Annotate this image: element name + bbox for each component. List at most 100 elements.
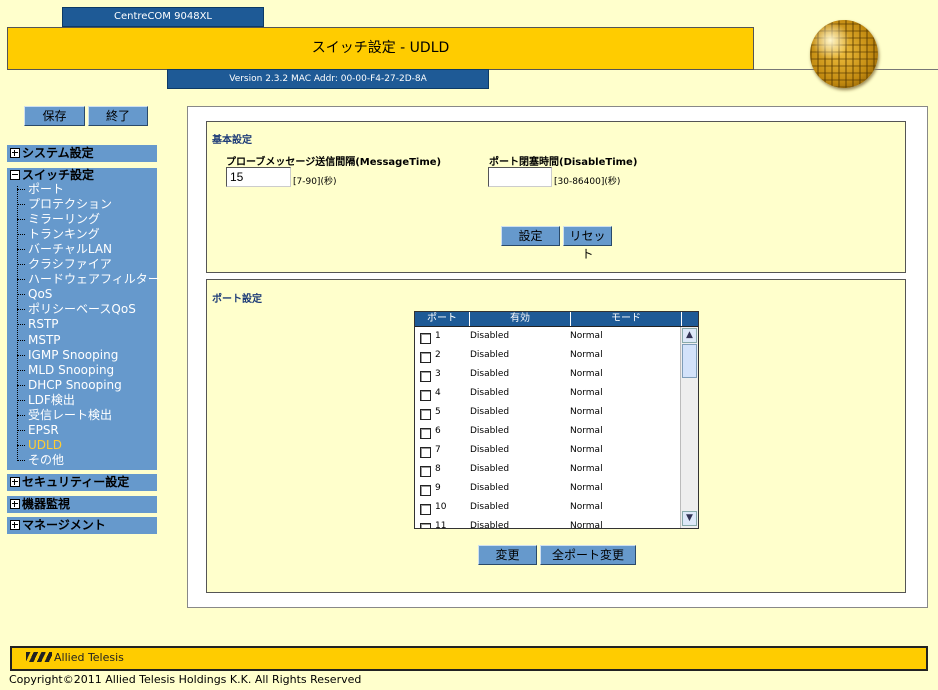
set-button[interactable]: 設定	[501, 226, 560, 246]
collapse-icon	[10, 170, 20, 180]
port-checkbox[interactable]	[420, 333, 431, 344]
version-info: Version 2.3.2 MAC Addr: 00-00-F4-27-2D-8…	[167, 69, 489, 89]
sidebar-item[interactable]: トランキング	[17, 227, 100, 242]
port-number: 8	[435, 464, 441, 474]
sidebar-item[interactable]: ミラーリング	[17, 212, 100, 227]
nav-switch-settings[interactable]: スイッチ設定	[7, 168, 157, 183]
port-number: 10	[435, 502, 447, 512]
change-button[interactable]: 変更	[478, 545, 537, 565]
enabled-cell: Disabled	[470, 445, 510, 455]
table-row: 6 Disabled Normal	[415, 423, 681, 442]
mode-cell: Normal	[570, 445, 603, 455]
enabled-cell: Disabled	[470, 350, 510, 360]
sidebar-item[interactable]: IGMP Snooping	[17, 348, 118, 363]
port-checkbox[interactable]	[420, 390, 431, 401]
disable-time-hint: [30-86400](秒)	[554, 177, 621, 187]
nav-device-monitor[interactable]: 機器監視	[7, 496, 157, 513]
mode-cell: Normal	[570, 426, 603, 436]
scroll-down-icon[interactable]: ▼	[682, 511, 697, 526]
scroll-thumb[interactable]	[682, 344, 697, 378]
sidebar-item[interactable]: ポリシーベースQoS	[17, 302, 136, 317]
port-number: 3	[435, 369, 441, 379]
sidebar-item[interactable]: MLD Snooping	[17, 363, 114, 378]
disable-time-input[interactable]	[488, 167, 552, 187]
basic-settings-label: 基本設定	[212, 135, 252, 146]
sidebar-item[interactable]: プロテクション	[17, 197, 112, 212]
sidebar-item[interactable]: ポート	[17, 182, 64, 197]
port-checkbox[interactable]	[420, 523, 431, 528]
table-scrollbar[interactable]: ▲ ▼	[680, 327, 698, 528]
sidebar-item[interactable]: LDF検出	[17, 393, 75, 408]
sidebar-item[interactable]: ハードウェアフィルター	[17, 272, 160, 287]
nav-security-settings[interactable]: セキュリティー設定	[7, 474, 157, 491]
copyright-text: Copyright©2011 Allied Telesis Holdings K…	[9, 673, 362, 686]
enabled-cell: Disabled	[470, 388, 510, 398]
reset-button[interactable]: リセット	[563, 226, 612, 261]
table-row: 7 Disabled Normal	[415, 442, 681, 461]
port-checkbox[interactable]	[420, 485, 431, 496]
mode-cell: Normal	[570, 464, 603, 474]
change-all-ports-button[interactable]: 全ポート変更	[540, 545, 636, 565]
sidebar-item[interactable]: EPSR	[17, 423, 59, 438]
table-row: 8 Disabled Normal	[415, 461, 681, 480]
nav-label: セキュリティー設定	[22, 475, 130, 489]
table-header: ポート 有効 モード	[415, 312, 698, 327]
table-row: 5 Disabled Normal	[415, 404, 681, 423]
table-row: 1 Disabled Normal	[415, 328, 681, 347]
message-time-hint: [7-90](秒)	[293, 177, 337, 187]
model-tab: CentreCOM 9048XL	[62, 7, 264, 27]
sidebar-item[interactable]: MSTP	[17, 333, 61, 348]
sidebar-item[interactable]: クラシファイア	[17, 257, 112, 272]
mode-cell: Normal	[570, 331, 603, 341]
mode-cell: Normal	[570, 483, 603, 493]
footer-bar: Allied Telesis	[10, 646, 928, 671]
port-checkbox[interactable]	[420, 371, 431, 382]
port-checkbox[interactable]	[420, 504, 431, 515]
port-number: 1	[435, 331, 441, 341]
port-checkbox[interactable]	[420, 409, 431, 420]
mode-cell: Normal	[570, 502, 603, 512]
port-checkbox[interactable]	[420, 352, 431, 363]
table-row: 11 Disabled Normal	[415, 518, 681, 528]
sidebar-item[interactable]: DHCP Snooping	[17, 378, 122, 393]
port-checkbox[interactable]	[420, 447, 431, 458]
nav-system-settings[interactable]: システム設定	[7, 145, 157, 162]
sidebar-item[interactable]: 受信レート検出	[17, 408, 112, 423]
basic-settings-section	[206, 121, 906, 273]
sidebar-item[interactable]: RSTP	[17, 317, 59, 332]
exit-button[interactable]: 終了	[88, 106, 148, 126]
message-time-input[interactable]	[226, 167, 291, 187]
table-row: 10 Disabled Normal	[415, 499, 681, 518]
sidebar-item[interactable]: その他	[17, 453, 64, 468]
table-row: 4 Disabled Normal	[415, 385, 681, 404]
nav-label: 機器監視	[22, 497, 71, 511]
port-checkbox[interactable]	[420, 428, 431, 439]
message-time-label: プローブメッセージ送信間隔(MessageTime)	[226, 157, 442, 168]
port-checkbox[interactable]	[420, 466, 431, 477]
port-number: 5	[435, 407, 441, 417]
enabled-cell: Disabled	[470, 331, 510, 341]
enabled-cell: Disabled	[470, 426, 510, 436]
sidebar-item[interactable]: バーチャルLAN	[17, 242, 112, 257]
expand-icon	[10, 148, 20, 158]
disable-time-label: ポート閉塞時間(DisableTime)	[489, 157, 638, 168]
save-button[interactable]: 保存	[24, 106, 85, 126]
table-row: 9 Disabled Normal	[415, 480, 681, 499]
nav-management[interactable]: マネージメント	[7, 517, 157, 534]
sidebar-item[interactable]: UDLD	[17, 438, 62, 453]
table-row: 2 Disabled Normal	[415, 347, 681, 366]
logo-text: Allied Telesis	[54, 651, 124, 664]
company-logo: Allied Telesis	[26, 651, 124, 664]
expand-icon	[10, 520, 20, 530]
page-title: スイッチ設定 - UDLD	[7, 27, 754, 70]
port-number: 6	[435, 426, 441, 436]
mode-cell: Normal	[570, 350, 603, 360]
mode-cell: Normal	[570, 369, 603, 379]
col-mode-header: モード	[571, 312, 682, 326]
enabled-cell: Disabled	[470, 464, 510, 474]
sidebar-item[interactable]: QoS	[17, 287, 52, 302]
scroll-up-icon[interactable]: ▲	[682, 328, 697, 343]
enabled-cell: Disabled	[470, 369, 510, 379]
expand-icon	[10, 499, 20, 509]
port-settings-label: ポート設定	[212, 294, 262, 305]
